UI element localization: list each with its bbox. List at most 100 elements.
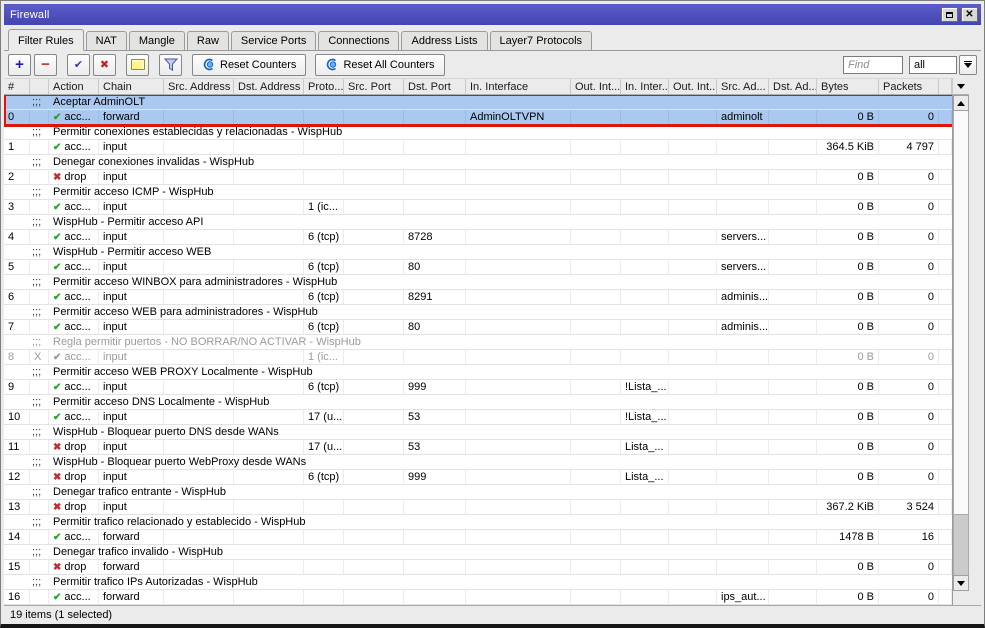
comment-text: Permitir trafico IPs Autorizadas - WispH… — [49, 575, 952, 589]
tab-address-lists[interactable]: Address Lists — [401, 31, 487, 50]
firewall-rule-row[interactable]: 8X✔acc...input1 (ic...0 B0 — [4, 350, 952, 365]
column-header-dst-address[interactable]: Dst. Address — [234, 79, 304, 94]
column-selector-button[interactable] — [952, 78, 969, 95]
tab-mangle[interactable]: Mangle — [129, 31, 185, 50]
cell-src-address-list — [717, 350, 769, 364]
rule-comment-row[interactable]: ;;;Permitir acceso ICMP - WispHub — [4, 185, 952, 200]
title-bar[interactable]: Firewall ✕ — [4, 4, 981, 25]
tab-filter-rules[interactable]: Filter Rules — [8, 29, 84, 51]
cell-src-address-list: servers... — [717, 230, 769, 244]
rule-comment-row[interactable]: ;;;Permitir conexiones establecidas y re… — [4, 125, 952, 140]
cell-bytes: 0 B — [817, 320, 879, 334]
firewall-rule-row[interactable]: 2✖dropinput0 B0 — [4, 170, 952, 185]
tab-raw[interactable]: Raw — [187, 31, 229, 50]
cell-num: 8 — [4, 350, 30, 364]
column-header-chain[interactable]: Chain — [99, 79, 164, 94]
column-header-num[interactable]: # — [4, 79, 30, 94]
rule-comment-row[interactable]: ;;;WispHub - Bloquear puerto WebProxy de… — [4, 455, 952, 470]
firewall-rule-row[interactable]: 13✖dropinput367.2 KiB3 524 — [4, 500, 952, 515]
rule-comment-row[interactable]: ;;;Permitir acceso WINBOX para administr… — [4, 275, 952, 290]
cell-src-address-list — [717, 170, 769, 184]
disable-rule-button[interactable]: ✖ — [93, 54, 116, 76]
cell-extra — [939, 500, 952, 514]
find-scope-select[interactable]: all — [909, 56, 957, 74]
cell-dst-address — [234, 200, 304, 214]
firewall-rule-row[interactable]: 1✔acc...input364.5 KiB4 797 — [4, 140, 952, 155]
rule-comment-row[interactable]: ;;;Permitir trafico relacionado y establ… — [4, 515, 952, 530]
cell-src-address-list — [717, 470, 769, 484]
cell-action: ✖drop — [49, 500, 99, 514]
column-header-dst-address-list[interactable]: Dst. Ad... — [769, 79, 817, 94]
rule-comment-row[interactable]: ;;;Permitir trafico IPs Autorizadas - Wi… — [4, 575, 952, 590]
firewall-rule-row[interactable]: 10✔acc...input17 (u...53!Lista_...0 B0 — [4, 410, 952, 425]
scrollbar-thumb[interactable] — [953, 111, 969, 515]
rule-comment-row[interactable]: ;;;Denegar trafico invalido - WispHub — [4, 545, 952, 560]
firewall-rule-row[interactable]: 15✖dropforward0 B0 — [4, 560, 952, 575]
firewall-rule-row[interactable]: 9✔acc...input6 (tcp)999!Lista_...0 B0 — [4, 380, 952, 395]
cell-in-interface-list: !Lista_... — [621, 410, 669, 424]
reset-all-counters-button[interactable]: Reset All Counters — [315, 54, 444, 76]
rule-comment-row[interactable]: ;;;Permitir acceso WEB PROXY Localmente … — [4, 365, 952, 380]
column-header-out-interface-list[interactable]: Out. Int... — [669, 79, 717, 94]
rule-comment-row[interactable]: ;;;Aceptar AdminOLT — [4, 95, 952, 110]
cell-packets: 0 — [879, 590, 939, 604]
cell-bytes: 0 B — [817, 200, 879, 214]
rule-comment-row[interactable]: ;;;Permitir acceso DNS Localmente - Wisp… — [4, 395, 952, 410]
column-header-in-interface[interactable]: In. Interface — [466, 79, 571, 94]
rule-comment-row[interactable]: ;;;WispHub - Permitir acceso API — [4, 215, 952, 230]
tab-connections[interactable]: Connections — [318, 31, 399, 50]
firewall-rule-row[interactable]: 6✔acc...input6 (tcp)8291adminis...0 B0 — [4, 290, 952, 305]
firewall-rule-row[interactable]: 12✖dropinput6 (tcp)999Lista_...0 B0 — [4, 470, 952, 485]
column-header-bytes[interactable]: Bytes — [817, 79, 879, 94]
maximize-button[interactable] — [941, 7, 958, 22]
rule-comment-row[interactable]: ;;;WispHub - Bloquear puerto DNS desde W… — [4, 425, 952, 440]
firewall-rule-row[interactable]: 3✔acc...input1 (ic...0 B0 — [4, 200, 952, 215]
column-header-protocol[interactable]: Proto... — [304, 79, 344, 94]
column-header-src-address-list[interactable]: Src. Ad... — [717, 79, 769, 94]
column-header-src-port[interactable]: Src. Port — [344, 79, 404, 94]
find-scope-dropdown-button[interactable] — [959, 55, 977, 75]
rule-comment-row[interactable]: ;;;Denegar conexiones invalidas - WispHu… — [4, 155, 952, 170]
rule-comment-row[interactable]: ;;;Denegar trafico entrante - WispHub — [4, 485, 952, 500]
column-header-packets[interactable]: Packets — [879, 79, 939, 94]
column-header-action[interactable]: Action — [49, 79, 99, 94]
remove-rule-button[interactable]: − — [34, 54, 57, 76]
cell-out-interface — [571, 560, 621, 574]
column-header-out-interface[interactable]: Out. Int... — [571, 79, 621, 94]
column-header-dst-port[interactable]: Dst. Port — [404, 79, 466, 94]
maximize-icon — [946, 12, 953, 18]
close-button[interactable]: ✕ — [961, 7, 978, 22]
column-header-in-interface-list[interactable]: In. Inter... — [621, 79, 669, 94]
column-header-src-address[interactable]: Src. Address — [164, 79, 234, 94]
scroll-down-button[interactable] — [953, 575, 969, 591]
reset-counters-button[interactable]: Reset Counters — [192, 54, 306, 76]
firewall-rule-row[interactable]: 7✔acc...input6 (tcp)80adminis...0 B0 — [4, 320, 952, 335]
cell-num — [4, 515, 30, 529]
column-header-flags[interactable] — [30, 79, 49, 94]
vertical-scrollbar[interactable] — [952, 95, 969, 605]
cell-packets: 0 — [879, 560, 939, 574]
firewall-rule-row[interactable]: 5✔acc...input6 (tcp)80servers...0 B0 — [4, 260, 952, 275]
tab-nat[interactable]: NAT — [86, 31, 127, 50]
rule-comment-row[interactable]: ;;;Permitir acceso WEB para administrado… — [4, 305, 952, 320]
firewall-rule-row[interactable]: 11✖dropinput17 (u...53Lista_...0 B0 — [4, 440, 952, 455]
cell-bytes: 0 B — [817, 350, 879, 364]
add-rule-button[interactable]: + — [8, 54, 31, 76]
rule-comment-row[interactable]: ;;;Regla permitir puertos - NO BORRAR/NO… — [4, 335, 952, 350]
cell-flags — [30, 230, 49, 244]
tab-service-ports[interactable]: Service Ports — [231, 31, 316, 50]
scrollbar-track[interactable] — [953, 515, 969, 575]
column-header-extra[interactable] — [939, 79, 952, 94]
find-input[interactable] — [843, 56, 903, 74]
comment-button[interactable] — [126, 54, 149, 76]
firewall-rule-row[interactable]: 16✔acc...forwardips_aut...0 B0 — [4, 590, 952, 605]
enable-rule-button[interactable]: ✔ — [67, 54, 90, 76]
rule-comment-row[interactable]: ;;;WispHub - Permitir acceso WEB — [4, 245, 952, 260]
filter-button[interactable] — [159, 54, 182, 76]
tab-layer7-protocols[interactable]: Layer7 Protocols — [490, 31, 593, 50]
firewall-rule-row[interactable]: 0✔acc...forwardAdminOLTVPNadminolt0 B0 — [4, 110, 952, 125]
firewall-rule-row[interactable]: 14✔acc...forward1478 B16 — [4, 530, 952, 545]
action-label: drop — [64, 561, 86, 574]
scroll-up-button[interactable] — [953, 95, 969, 111]
firewall-rule-row[interactable]: 4✔acc...input6 (tcp)8728servers...0 B0 — [4, 230, 952, 245]
